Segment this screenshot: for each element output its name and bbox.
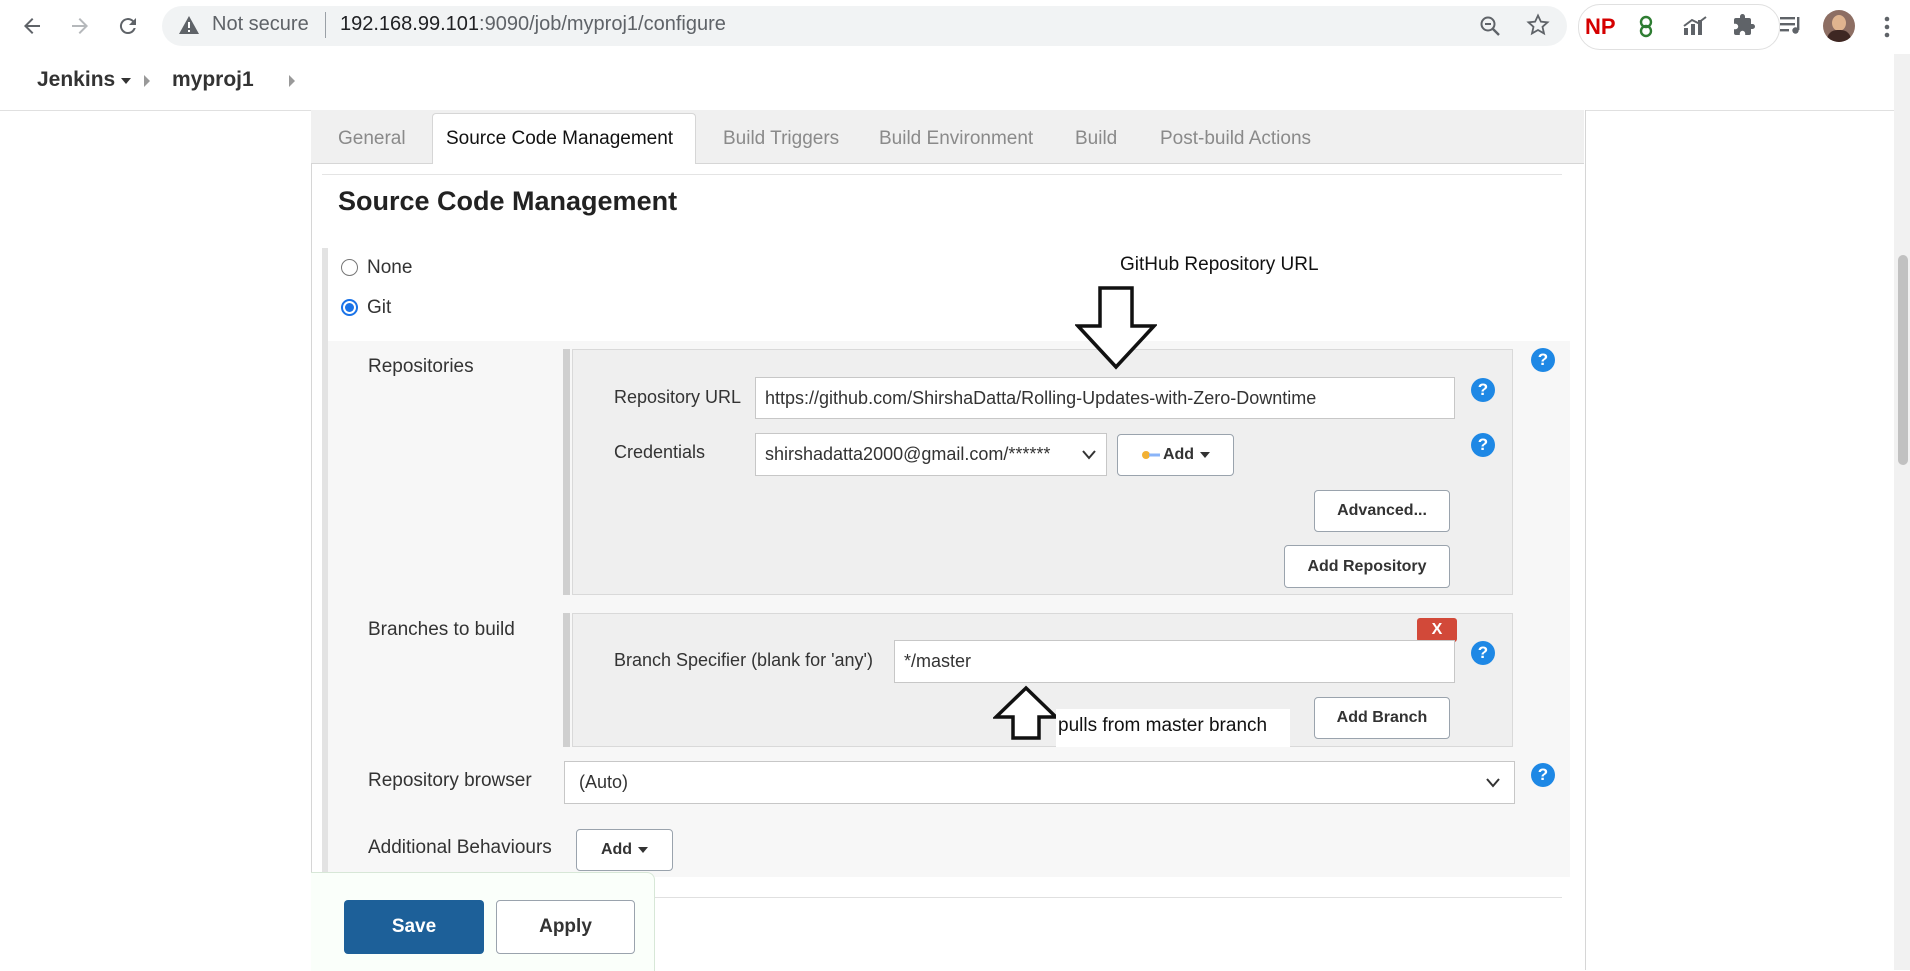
add-credentials-label: Add — [1162, 446, 1195, 463]
repository-url-label: Repository URL — [614, 387, 742, 407]
repositories-label: Repositories — [368, 356, 474, 377]
chevron-down-icon — [1486, 777, 1500, 788]
np-extension-icon[interactable]: NP — [1585, 14, 1616, 40]
scrollbar[interactable] — [1894, 54, 1910, 970]
annotation-master-branch: pulls from master branch — [1056, 709, 1290, 747]
advanced-button[interactable]: Advanced... — [1314, 490, 1450, 532]
chevron-down-icon — [1082, 449, 1096, 460]
section-bottom-divider — [654, 897, 1562, 898]
analytics-extension-icon[interactable] — [1682, 16, 1708, 40]
additional-behaviours-label: Additional Behaviours — [368, 837, 552, 858]
branch-specifier-input[interactable]: */master — [894, 640, 1455, 683]
delete-branch-button[interactable]: X — [1417, 618, 1457, 642]
scm-none-label[interactable]: None — [367, 257, 412, 279]
scm-git-label[interactable]: Git — [367, 297, 391, 319]
tab-source-code-management[interactable]: Source Code Management — [446, 128, 673, 150]
tab-general[interactable]: General — [338, 128, 406, 150]
breadcrumb — [0, 54, 1910, 111]
branches-label: Branches to build — [368, 619, 515, 640]
add-branch-button[interactable]: Add Branch — [1314, 697, 1450, 739]
help-icon[interactable]: ? — [1471, 433, 1495, 457]
scrollbar-thumb[interactable] — [1898, 255, 1908, 465]
breadcrumb-separator-icon[interactable] — [289, 75, 295, 87]
zoom-icon[interactable] — [1478, 14, 1502, 42]
bookmark-star-icon[interactable] — [1526, 13, 1550, 41]
repositories-block-bar — [563, 349, 570, 595]
puzzle-extensions-icon[interactable] — [1732, 13, 1756, 41]
add-credentials-button[interactable]: Add — [1117, 434, 1234, 476]
credentials-label: Credentials — [614, 442, 706, 462]
annotation-github-url: GitHub Repository URL — [1120, 254, 1319, 275]
url-host: 192.168.99.101 — [340, 13, 480, 35]
repository-browser-value: (Auto) — [579, 772, 629, 792]
help-icon[interactable]: ? — [1531, 763, 1555, 787]
scm-none-radio[interactable] — [341, 259, 358, 276]
repository-browser-select[interactable]: (Auto) — [564, 761, 1515, 804]
up-arrow-annotation-icon — [991, 685, 1061, 745]
caret-down-icon — [1200, 452, 1211, 458]
help-icon[interactable]: ? — [1531, 348, 1555, 372]
add-repository-button[interactable]: Add Repository — [1284, 545, 1450, 588]
caret-down-icon — [638, 847, 649, 853]
profile-avatar[interactable] — [1823, 10, 1855, 42]
breadcrumb-separator-icon — [144, 75, 150, 87]
breadcrumb-jenkins[interactable]: Jenkins — [37, 68, 115, 92]
browser-menu-icon[interactable] — [1884, 16, 1890, 38]
breadcrumb-myproj1[interactable]: myproj1 — [172, 68, 254, 92]
tab-build[interactable]: Build — [1075, 128, 1117, 150]
tab-build-triggers[interactable]: Build Triggers — [723, 128, 839, 150]
branch-specifier-label: Branch Specifier (blank for 'any') — [614, 650, 873, 670]
reload-icon[interactable] — [110, 8, 146, 44]
security-label[interactable]: Not secure — [212, 13, 309, 36]
forward-icon[interactable] — [62, 8, 98, 44]
tab-build-environment[interactable]: Build Environment — [879, 128, 1033, 150]
down-arrow-annotation-icon — [1073, 286, 1159, 374]
add-behaviour-label: Add — [600, 841, 633, 858]
tab-post-build-actions[interactable]: Post-build Actions — [1160, 128, 1311, 150]
key-icon — [1141, 451, 1160, 459]
save-button[interactable]: Save — [344, 900, 484, 954]
scm-git-radio[interactable] — [341, 299, 358, 316]
url-text[interactable]: 192.168.99.101:9090/job/myproj1/configur… — [340, 13, 726, 36]
divider — [325, 12, 326, 38]
help-icon[interactable]: ? — [1471, 378, 1495, 402]
url-path: :9090/job/myproj1/configure — [479, 13, 726, 35]
jenkins-menu-caret-icon[interactable] — [121, 78, 131, 84]
section-divider — [322, 174, 1562, 175]
evernote-extension-icon[interactable] — [1635, 14, 1657, 42]
repository-browser-label: Repository browser — [368, 770, 532, 791]
branches-block-bar — [563, 613, 570, 747]
add-behaviour-button[interactable]: Add — [576, 829, 673, 871]
warning-icon[interactable] — [178, 15, 200, 39]
repository-url-input[interactable]: https://github.com/ShirshaDatta/Rolling-… — [755, 377, 1455, 419]
credentials-value: shirshadatta2000@gmail.com/****** — [765, 444, 1051, 464]
media-queue-icon[interactable] — [1778, 14, 1804, 40]
back-icon[interactable] — [14, 8, 50, 44]
credentials-select[interactable]: shirshadatta2000@gmail.com/****** — [755, 433, 1107, 476]
page-title: Source Code Management — [338, 186, 678, 216]
help-icon[interactable]: ? — [1471, 641, 1495, 665]
apply-button[interactable]: Apply — [496, 900, 635, 954]
